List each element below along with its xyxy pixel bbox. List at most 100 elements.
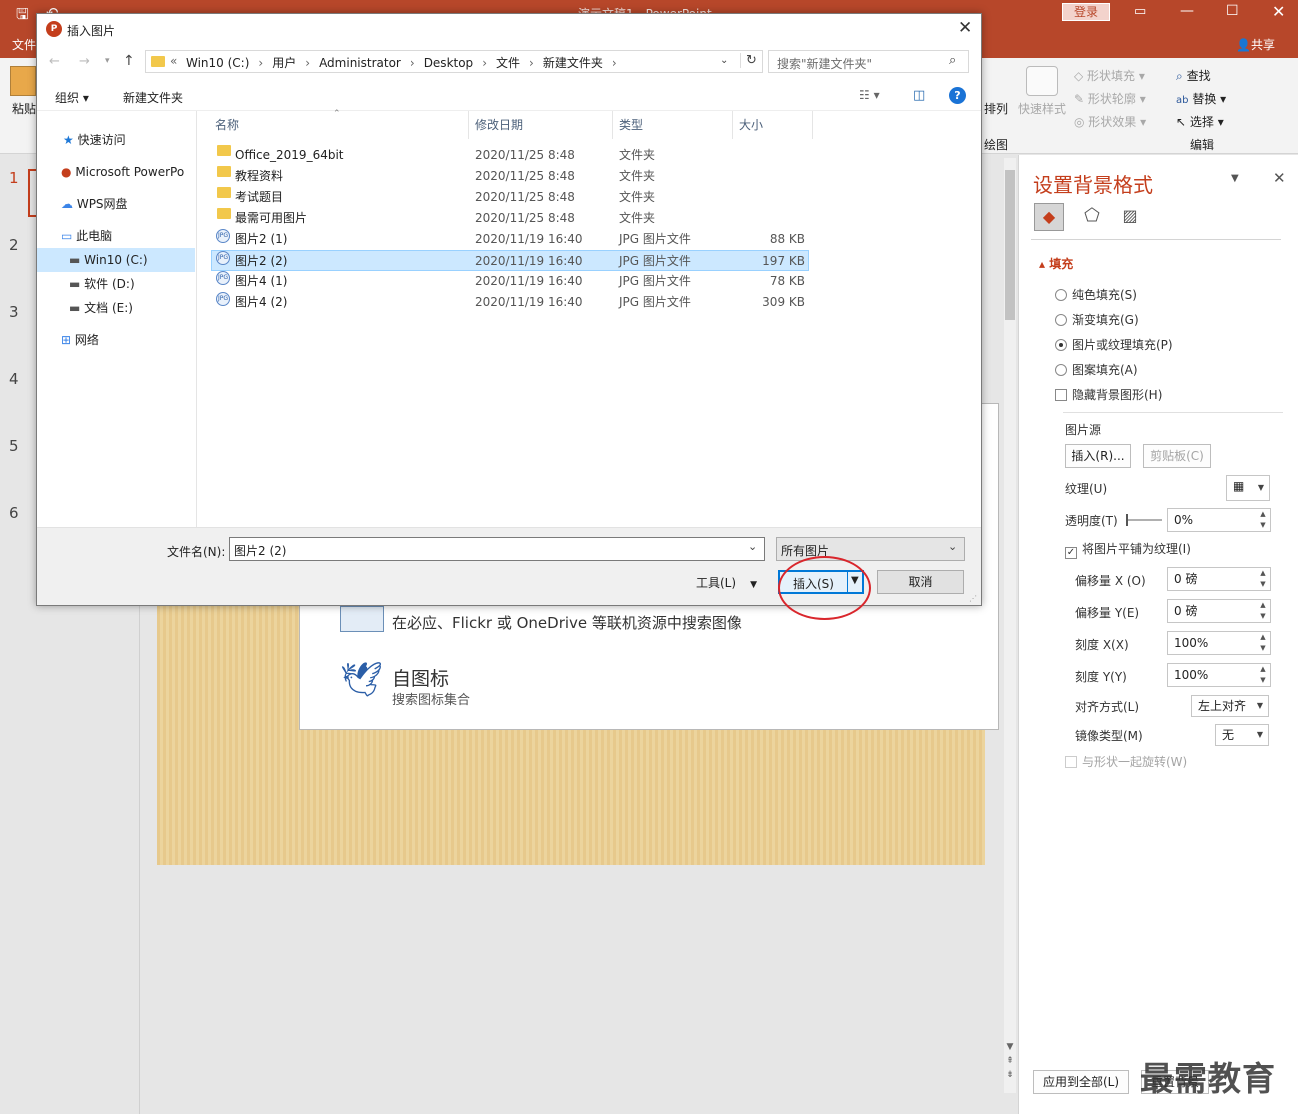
mirror-dropdown[interactable]: 无 ▼ [1215,724,1269,746]
slide-number[interactable]: 6 [9,504,19,522]
effects-tab-icon[interactable]: ⬠ [1077,203,1107,231]
resize-grip-icon[interactable]: ⋰ [969,594,977,603]
login-button[interactable]: 登录 [1062,3,1110,21]
breadcrumb-item[interactable]: Administrator [319,56,401,70]
spin-arrows-icon[interactable]: ▲ ▼ [1258,509,1268,531]
nav-network[interactable]: ⊞ 网络 [37,328,195,352]
quick-style-button[interactable]: 快速样式 [1018,100,1066,117]
nav-drive-e[interactable]: ▬ 文档 (E:) [37,296,195,320]
quick-style-icon[interactable] [1026,66,1058,96]
tile-checkbox[interactable]: ✓ 将图片平铺为纹理(I) [1065,540,1191,559]
new-folder-button[interactable]: 新建文件夹 [123,89,183,106]
breadcrumb-item[interactable]: 文件 [496,56,520,70]
slider-handle[interactable] [1126,514,1128,526]
save-icon[interactable]: 🖫 [16,4,29,29]
gradient-fill-option[interactable]: 渐变填充(G) [1055,311,1139,328]
nav-drive-d[interactable]: ▬ 软件 (D:) [37,272,195,296]
selected-slide-thumb[interactable] [28,169,36,217]
nav-drive-c[interactable]: ▬ Win10 (C:) [37,248,195,272]
slide-number[interactable]: 3 [9,303,19,321]
paste-icon[interactable] [10,66,36,96]
breadcrumb-item[interactable]: Desktop [424,56,474,70]
scrollbar-thumb[interactable] [1005,170,1015,320]
chevron-down-icon[interactable]: ⌄ [748,540,757,553]
refresh-icon[interactable]: ↻ [740,53,757,68]
back-icon[interactable]: ← [49,54,60,69]
nav-powerpoint[interactable]: ● Microsoft PowerPo [37,160,195,184]
file-row[interactable]: 考试题目 2020/11/25 8:48 文件夹 [211,187,809,208]
spin-arrows-icon[interactable]: ▲ ▼ [1258,568,1268,590]
nav-quick-access[interactable]: ★ 快速访问 [37,128,195,152]
column-size[interactable]: 大小 [735,111,813,139]
file-type-filter[interactable]: 所有图片 ⌄ [776,537,965,561]
preview-pane-icon[interactable]: ◫ [913,88,925,103]
chevron-right-icon[interactable]: › [520,56,543,70]
chevron-right-icon[interactable]: › [296,56,319,70]
file-row[interactable]: JPG 图片4 (2) 2020/11/19 16:40 JPG 图片文件 309 KB [211,292,809,313]
pattern-fill-option[interactable]: 图案填充(A) [1055,361,1138,378]
align-dropdown[interactable]: 左上对齐 ▼ [1191,695,1269,717]
shape-outline-button[interactable]: ✎ 形状轮廓 ▾ [1074,90,1146,107]
fill-section-header[interactable]: ▴ 填充 [1039,255,1073,272]
nav-this-pc[interactable]: ▭ 此电脑 [37,224,195,248]
transparency-input[interactable]: 0% ▲ ▼ [1167,508,1271,532]
close-window-icon[interactable]: ✕ [1272,2,1285,21]
slide-number[interactable]: 2 [9,236,19,254]
help-icon[interactable]: ? [949,87,966,104]
file-row[interactable]: 教程资料 2020/11/25 8:48 文件夹 [211,166,809,187]
view-options-icon[interactable]: ☷ ▾ [859,88,880,102]
recent-dropdown-icon[interactable]: ▾ [105,56,110,66]
maximize-icon[interactable]: ☐ [1226,3,1239,19]
pane-close-icon[interactable]: ✕ [1273,169,1286,187]
overflow-icon[interactable]: « [170,54,177,68]
column-name[interactable]: 名称 [211,111,469,139]
picture-tab-icon[interactable]: ▨ [1115,203,1145,231]
column-date[interactable]: 修改日期 [471,111,613,139]
file-row[interactable]: JPG 图片4 (1) 2020/11/19 16:40 JPG 图片文件 78 KB [211,271,809,292]
scale-x-input[interactable]: 100% ▲ ▼ [1167,631,1271,655]
file-row-selected[interactable]: JPG 图片2 (2) 2020/11/19 16:40 JPG 图片文件 197 KB [211,250,809,271]
shape-fill-button[interactable]: ◇ 形状填充 ▾ [1074,67,1145,84]
solid-fill-option[interactable]: 纯色填充(S) [1055,286,1137,303]
minimize-icon[interactable]: — [1180,3,1194,19]
organize-button[interactable]: 组织 ▾ [55,89,89,106]
nav-wps-drive[interactable]: ☁ WPS网盘 [37,192,195,216]
rotate-with-shape-checkbox[interactable]: 与形状一起旋转(W) [1065,753,1187,770]
replace-button[interactable]: ab 替换 ▾ [1176,90,1226,107]
slide-number[interactable]: 1 [9,169,19,187]
offset-y-input[interactable]: 0 磅 ▲ ▼ [1167,599,1271,623]
find-button[interactable]: ⌕ 查找 [1176,67,1211,84]
file-row[interactable]: 最需可用图片 2020/11/25 8:48 文件夹 [211,208,809,229]
scale-y-input[interactable]: 100% ▲ ▼ [1167,663,1271,687]
icons-title[interactable]: 自图标 [392,664,449,691]
file-row[interactable]: Office_2019_64bit 2020/11/25 8:48 文件夹 [211,145,809,166]
arrange-button[interactable]: 排列 [984,100,1008,117]
spin-arrows-icon[interactable]: ▲ ▼ [1258,600,1268,622]
breadcrumb-item[interactable]: 用户 [272,56,296,70]
file-row[interactable]: JPG 图片2 (1) 2020/11/19 16:40 JPG 图片文件 88 KB [211,229,809,250]
paste-button[interactable]: 粘贴 [12,100,36,117]
pane-options-icon[interactable]: ▼ [1231,173,1239,184]
search-icon[interactable]: ⌕ [949,53,956,68]
fill-tab-icon[interactable]: ◆ [1034,203,1064,231]
up-icon[interactable]: ↑ [123,53,135,69]
tools-button[interactable]: 工具(L) ▼ [696,574,757,591]
picture-fill-option[interactable]: 图片或纹理填充(P) [1055,336,1173,353]
chevron-right-icon[interactable]: › [249,56,272,70]
cancel-button[interactable]: 取消 [877,570,964,594]
tab-file[interactable]: 文件 [12,36,36,53]
clipboard-button[interactable]: 剪贴板(C) [1143,444,1211,468]
slide-number[interactable]: 5 [9,437,19,455]
chevron-right-icon[interactable]: › [473,56,496,70]
chevron-right-icon[interactable]: › [603,56,626,70]
chevron-right-icon[interactable]: › [401,56,424,70]
forward-icon[interactable]: → [79,54,90,69]
texture-dropdown[interactable]: ▦ ▼ [1226,475,1270,501]
address-dropdown-icon[interactable]: ⌄ [720,55,728,66]
share-button[interactable]: 👤共享 [1236,36,1275,53]
apply-all-button[interactable]: 应用到全部(L) [1033,1070,1129,1094]
ribbon-display-icon[interactable]: ▭ [1134,4,1146,19]
slide-number[interactable]: 4 [9,370,19,388]
filename-input[interactable]: 图片2 (2) ⌄ [229,537,765,561]
dialog-close-icon[interactable]: ✕ [958,18,972,38]
